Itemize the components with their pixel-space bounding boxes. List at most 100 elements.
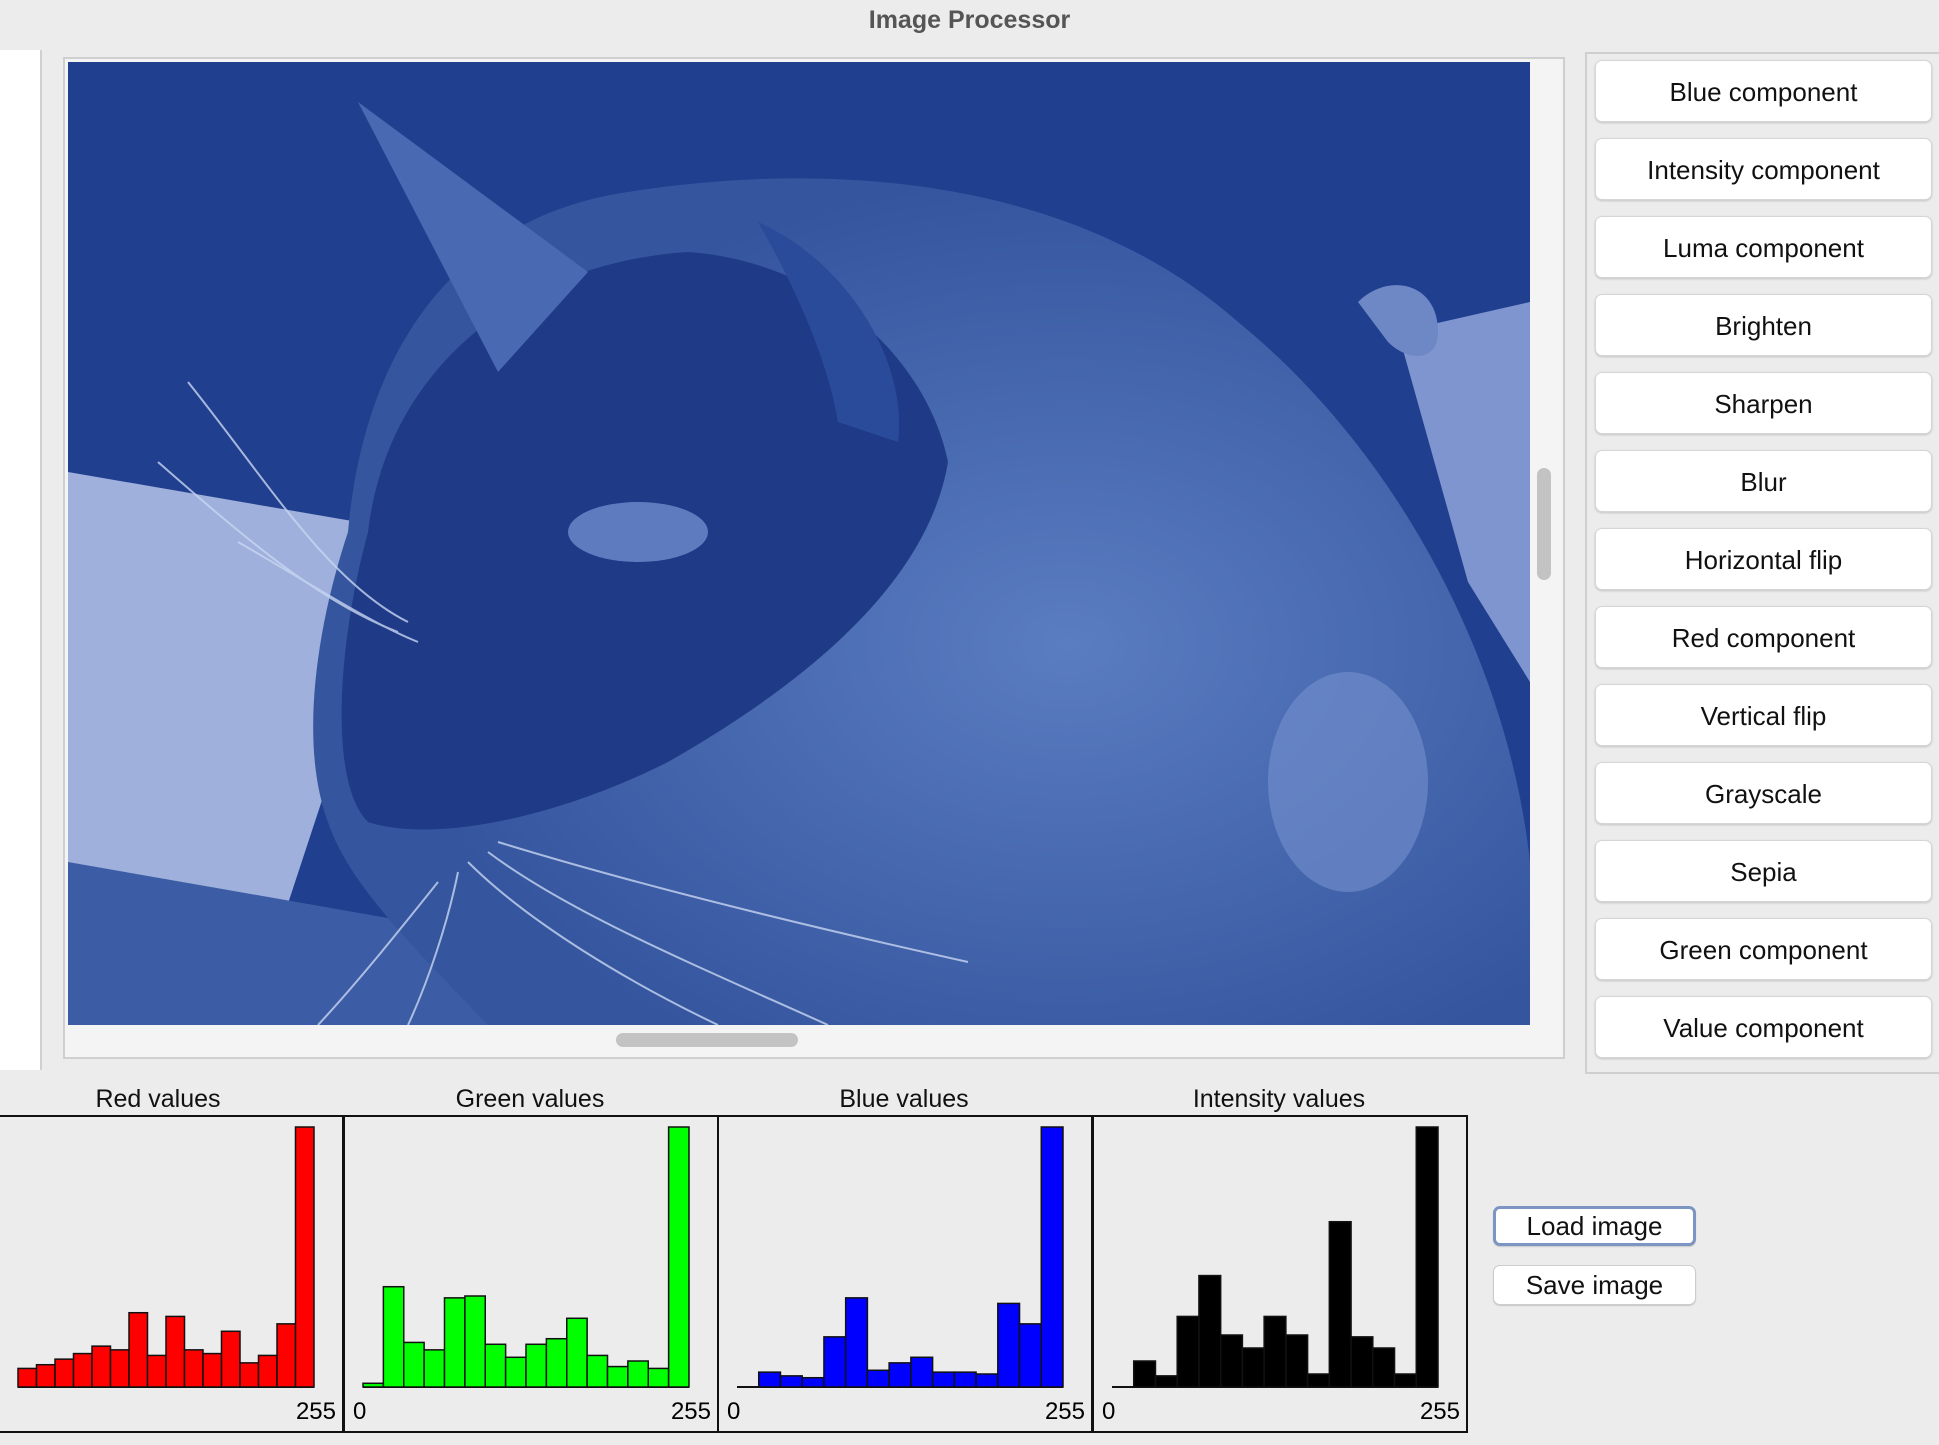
- blue-histogram: 0 255: [717, 1115, 1093, 1433]
- vertical-scrollbar-thumb[interactable]: [1537, 468, 1551, 580]
- histogram-bar: [403, 1341, 425, 1388]
- histogram-bar: [362, 1382, 385, 1388]
- histogram-bar: [484, 1343, 507, 1388]
- histogram-min-label: 0: [353, 1398, 366, 1425]
- histogram-bar: [1415, 1126, 1439, 1388]
- cat-image: [68, 62, 1530, 1025]
- histogram-bar: [566, 1317, 588, 1388]
- histogram-bar: [953, 1371, 977, 1388]
- blue-histogram-title: Blue values: [839, 1085, 969, 1113]
- histogram-bar: [627, 1360, 649, 1388]
- green-histogram-title: Green values: [455, 1085, 605, 1113]
- save-image-button[interactable]: Save image: [1493, 1265, 1696, 1305]
- grayscale-button[interactable]: Grayscale: [1595, 762, 1932, 824]
- window-title: Image Processor: [0, 0, 1939, 46]
- histogram-bar: [276, 1323, 297, 1388]
- histogram-bar: [525, 1343, 548, 1388]
- histogram-plot: 0 255: [727, 1126, 1085, 1425]
- histogram-bar: [997, 1302, 1021, 1388]
- histogram-bar: [1241, 1347, 1265, 1388]
- histogram-bar: [220, 1330, 241, 1388]
- histogram-bar: [931, 1371, 956, 1388]
- histogram-bar: [1132, 1360, 1157, 1388]
- luma-component-button[interactable]: Luma component: [1595, 216, 1932, 278]
- histogram-bar: [54, 1358, 75, 1388]
- histogram-bar: [35, 1363, 56, 1388]
- histogram-bar: [1393, 1373, 1418, 1388]
- histogram-bar: [757, 1371, 782, 1388]
- histogram-bar: [1040, 1126, 1064, 1388]
- histogram-max-label: 255: [296, 1398, 336, 1425]
- red-component-button[interactable]: Red component: [1595, 606, 1932, 668]
- histogram-bar: [294, 1126, 315, 1388]
- histogram-bar: [801, 1376, 825, 1388]
- histogram-bar: [1285, 1334, 1309, 1388]
- histogram-bar: [1154, 1375, 1178, 1388]
- histogram-plot: 0 255: [1102, 1126, 1460, 1425]
- load-image-button[interactable]: Load image: [1493, 1206, 1696, 1246]
- histogram-bar: [1263, 1315, 1287, 1388]
- value-component-button[interactable]: Value component: [1595, 996, 1932, 1058]
- histogram-bar: [545, 1337, 568, 1388]
- histogram-max-label: 255: [671, 1398, 711, 1425]
- histogram-bar: [888, 1362, 912, 1388]
- histogram-bar: [1176, 1315, 1200, 1388]
- histogram-bar: [72, 1352, 93, 1388]
- histogram-bar: [647, 1367, 670, 1388]
- histogram-bar: [202, 1352, 223, 1388]
- vertical-flip-button[interactable]: Vertical flip: [1595, 684, 1932, 746]
- brighten-button[interactable]: Brighten: [1595, 294, 1932, 356]
- histogram-bar: [1018, 1323, 1043, 1388]
- green-histogram: 0 255: [343, 1115, 719, 1433]
- histogram-bar: [382, 1285, 405, 1388]
- histogram-bar: [1372, 1347, 1396, 1388]
- histogram-bar: [443, 1297, 466, 1388]
- histogram-bar: [146, 1354, 167, 1388]
- red-histogram: 255: [0, 1115, 344, 1433]
- histogram-bar: [1219, 1334, 1244, 1388]
- histogram-bar: [586, 1354, 609, 1388]
- histogram-bar: [165, 1315, 186, 1388]
- histogram-bar: [1198, 1274, 1222, 1388]
- histogram-bar: [109, 1349, 130, 1388]
- horizontal-flip-button[interactable]: Horizontal flip: [1595, 528, 1932, 590]
- histogram-max-label: 255: [1045, 1398, 1085, 1425]
- intensity-histogram: 0 255: [1092, 1115, 1468, 1433]
- histogram-bar: [1306, 1373, 1331, 1388]
- histogram-plot: 0 255: [353, 1126, 711, 1425]
- green-component-button[interactable]: Green component: [1595, 918, 1932, 980]
- intensity-histogram-title: Intensity values: [1192, 1085, 1366, 1113]
- sepia-button[interactable]: Sepia: [1595, 840, 1932, 902]
- histogram-min-label: 0: [727, 1398, 740, 1425]
- histogram-bar: [1350, 1336, 1374, 1388]
- histogram-bar: [1328, 1220, 1352, 1388]
- histogram-bar: [128, 1311, 149, 1388]
- histogram-bar: [844, 1297, 869, 1388]
- sharpen-button[interactable]: Sharpen: [1595, 372, 1932, 434]
- histogram-bar: [17, 1367, 38, 1388]
- left-panel: [0, 50, 42, 1070]
- histogram-bar: [257, 1354, 278, 1388]
- histogram-bar: [823, 1336, 847, 1388]
- histogram-bar: [606, 1365, 629, 1388]
- intensity-component-button[interactable]: Intensity component: [1595, 138, 1932, 200]
- horizontal-scrollbar-thumb[interactable]: [616, 1033, 798, 1047]
- histogram-bar: [183, 1349, 204, 1388]
- blur-button[interactable]: Blur: [1595, 450, 1932, 512]
- histogram-bar: [975, 1373, 999, 1388]
- histogram-bar: [779, 1375, 803, 1388]
- red-histogram-title: Red values: [95, 1085, 221, 1113]
- histogram-max-label: 255: [1420, 1398, 1460, 1425]
- histogram-bar: [866, 1369, 890, 1388]
- histogram-bar: [504, 1356, 527, 1388]
- blue-component-button[interactable]: Blue component: [1595, 60, 1932, 122]
- histogram-bar: [464, 1295, 486, 1388]
- histogram-bar: [910, 1356, 934, 1388]
- histogram-plot: 255: [17, 1126, 336, 1425]
- histogram-bar: [239, 1362, 260, 1388]
- histogram-bar: [667, 1126, 690, 1388]
- histogram-bar: [91, 1345, 112, 1388]
- image-display: [68, 62, 1530, 1025]
- histogram-min-label: 0: [1102, 1398, 1115, 1425]
- histogram-bar: [423, 1349, 446, 1388]
